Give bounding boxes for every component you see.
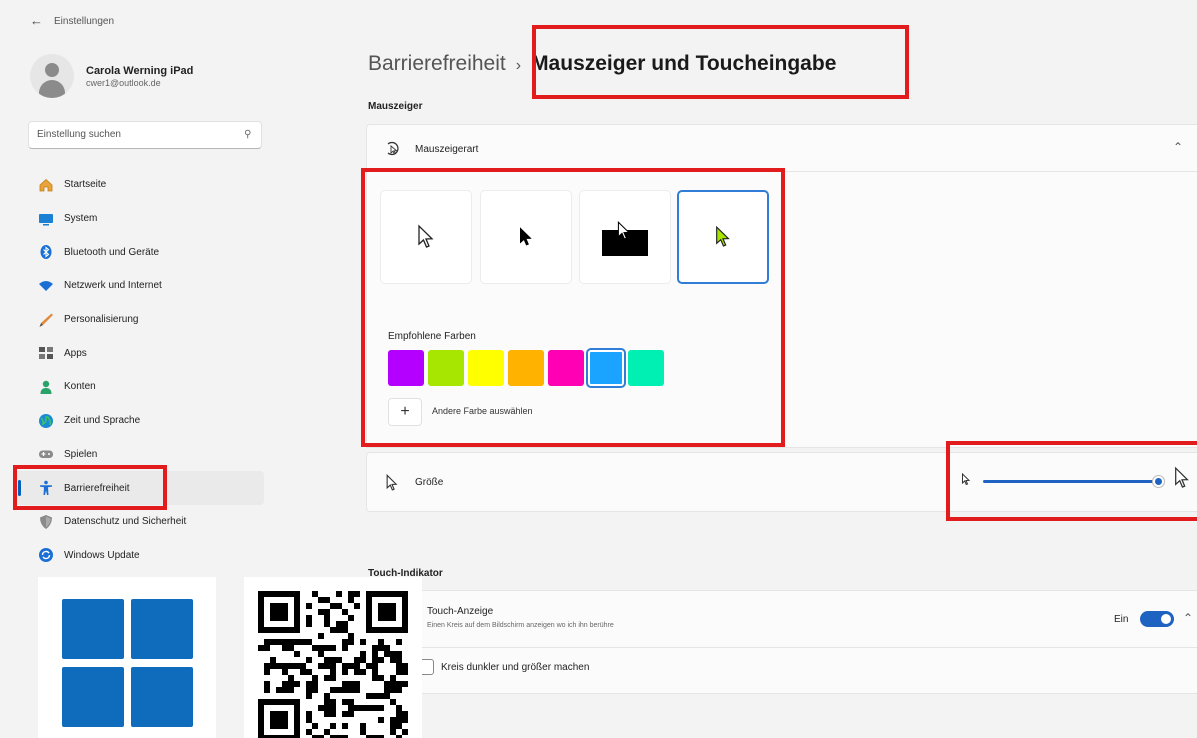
sidebar-item-label: Netzwerk und Internet — [64, 280, 162, 292]
person-icon — [38, 379, 54, 395]
chevron-up-icon[interactable]: ⌃ — [1183, 611, 1193, 625]
touch-indicator-toggle[interactable] — [1140, 611, 1174, 627]
gamepad-icon — [38, 446, 54, 462]
sidebar-item-konten[interactable]: Konten — [14, 370, 264, 404]
sidebar-item-label: Datenschutz und Sicherheit — [64, 516, 187, 528]
sidebar-item-apps[interactable]: Apps — [14, 336, 264, 370]
monitor-icon — [38, 211, 54, 227]
sidebar-item-personalisierung[interactable]: Personalisierung — [14, 303, 264, 337]
pointer-style-label: Mauszeigerart — [415, 144, 479, 155]
sidebar-item-label: Personalisierung — [64, 314, 139, 326]
sidebar-item-netzwerk[interactable]: Netzwerk und Internet — [14, 269, 264, 303]
pointer-style-icon — [385, 141, 401, 160]
sidebar-item-label: System — [64, 213, 98, 225]
wifi-icon — [38, 278, 54, 294]
sidebar-item-startseite[interactable]: Startseite — [14, 168, 264, 202]
back-arrow-icon[interactable]: ← — [30, 13, 43, 28]
toggle-state-label: Ein — [1114, 614, 1129, 625]
search-input[interactable] — [37, 129, 227, 140]
brush-icon — [38, 312, 54, 328]
sidebar-item-label: Spielen — [64, 448, 98, 460]
pointer-size-icon — [385, 474, 399, 495]
sidebar-item-label: Zeit und Sprache — [64, 415, 141, 427]
profile-email: cwer1@outlook.de — [86, 77, 161, 88]
apps-icon — [38, 345, 54, 361]
sidebar-item-system[interactable]: System — [14, 202, 264, 236]
window-title: Einstellungen — [54, 16, 115, 27]
home-icon — [38, 177, 54, 193]
touch-indicator-description: Einen Kreis auf dem Bildschirm anzeigen … — [427, 622, 614, 629]
shield-icon — [38, 514, 54, 530]
sidebar-item-label: Startseite — [64, 179, 107, 191]
touch-indicator-row[interactable]: Touch-Anzeige Einen Kreis auf dem Bildsc… — [366, 590, 1197, 648]
highlight-box-size-slider — [946, 441, 1197, 521]
user-profile[interactable]: Carola Werning iPad cwer1@outlook.de — [30, 54, 193, 98]
update-icon — [38, 547, 54, 563]
profile-name: Carola Werning iPad — [86, 64, 194, 77]
sidebar-item-zeit-sprache[interactable]: Zeit und Sprache — [14, 404, 264, 438]
sidebar-item-label: Bluetooth und Geräte — [64, 246, 160, 258]
avatar — [30, 54, 74, 98]
bluetooth-icon — [38, 244, 54, 260]
globe-icon — [38, 413, 54, 429]
section-heading-mauszeiger: Mauszeiger — [368, 101, 423, 112]
sidebar-item-bluetooth[interactable]: Bluetooth und Geräte — [14, 235, 264, 269]
search-box[interactable]: ⚲ — [28, 121, 262, 149]
breadcrumb-separator: › — [515, 57, 522, 74]
touch-indicator-title: Touch-Anzeige — [427, 606, 494, 617]
chevron-up-icon[interactable]: ⌃ — [1173, 140, 1183, 154]
sidebar-nav: Startseite System Bluetooth und Geräte N… — [14, 168, 264, 572]
mouse-pointer-style-header[interactable]: Mauszeigerart ⌃ — [366, 124, 1197, 172]
windows-logo — [38, 577, 216, 738]
pointer-size-label: Größe — [415, 477, 444, 488]
breadcrumb-parent[interactable]: Barrierefreiheit — [368, 52, 506, 76]
sidebar-item-label: Windows Update — [64, 549, 140, 561]
sidebar-item-windows-update[interactable]: Windows Update — [14, 539, 264, 573]
sidebar-item-label: Apps — [64, 347, 87, 359]
highlight-box-title — [532, 25, 909, 99]
qr-code — [244, 577, 422, 738]
highlight-box-pointer-style — [361, 168, 785, 447]
darker-circle-label[interactable]: Kreis dunkler und größer machen — [441, 662, 589, 673]
sidebar-item-label: Konten — [64, 381, 96, 393]
highlight-box-sidebar — [13, 465, 167, 510]
search-icon[interactable]: ⚲ — [244, 129, 251, 140]
